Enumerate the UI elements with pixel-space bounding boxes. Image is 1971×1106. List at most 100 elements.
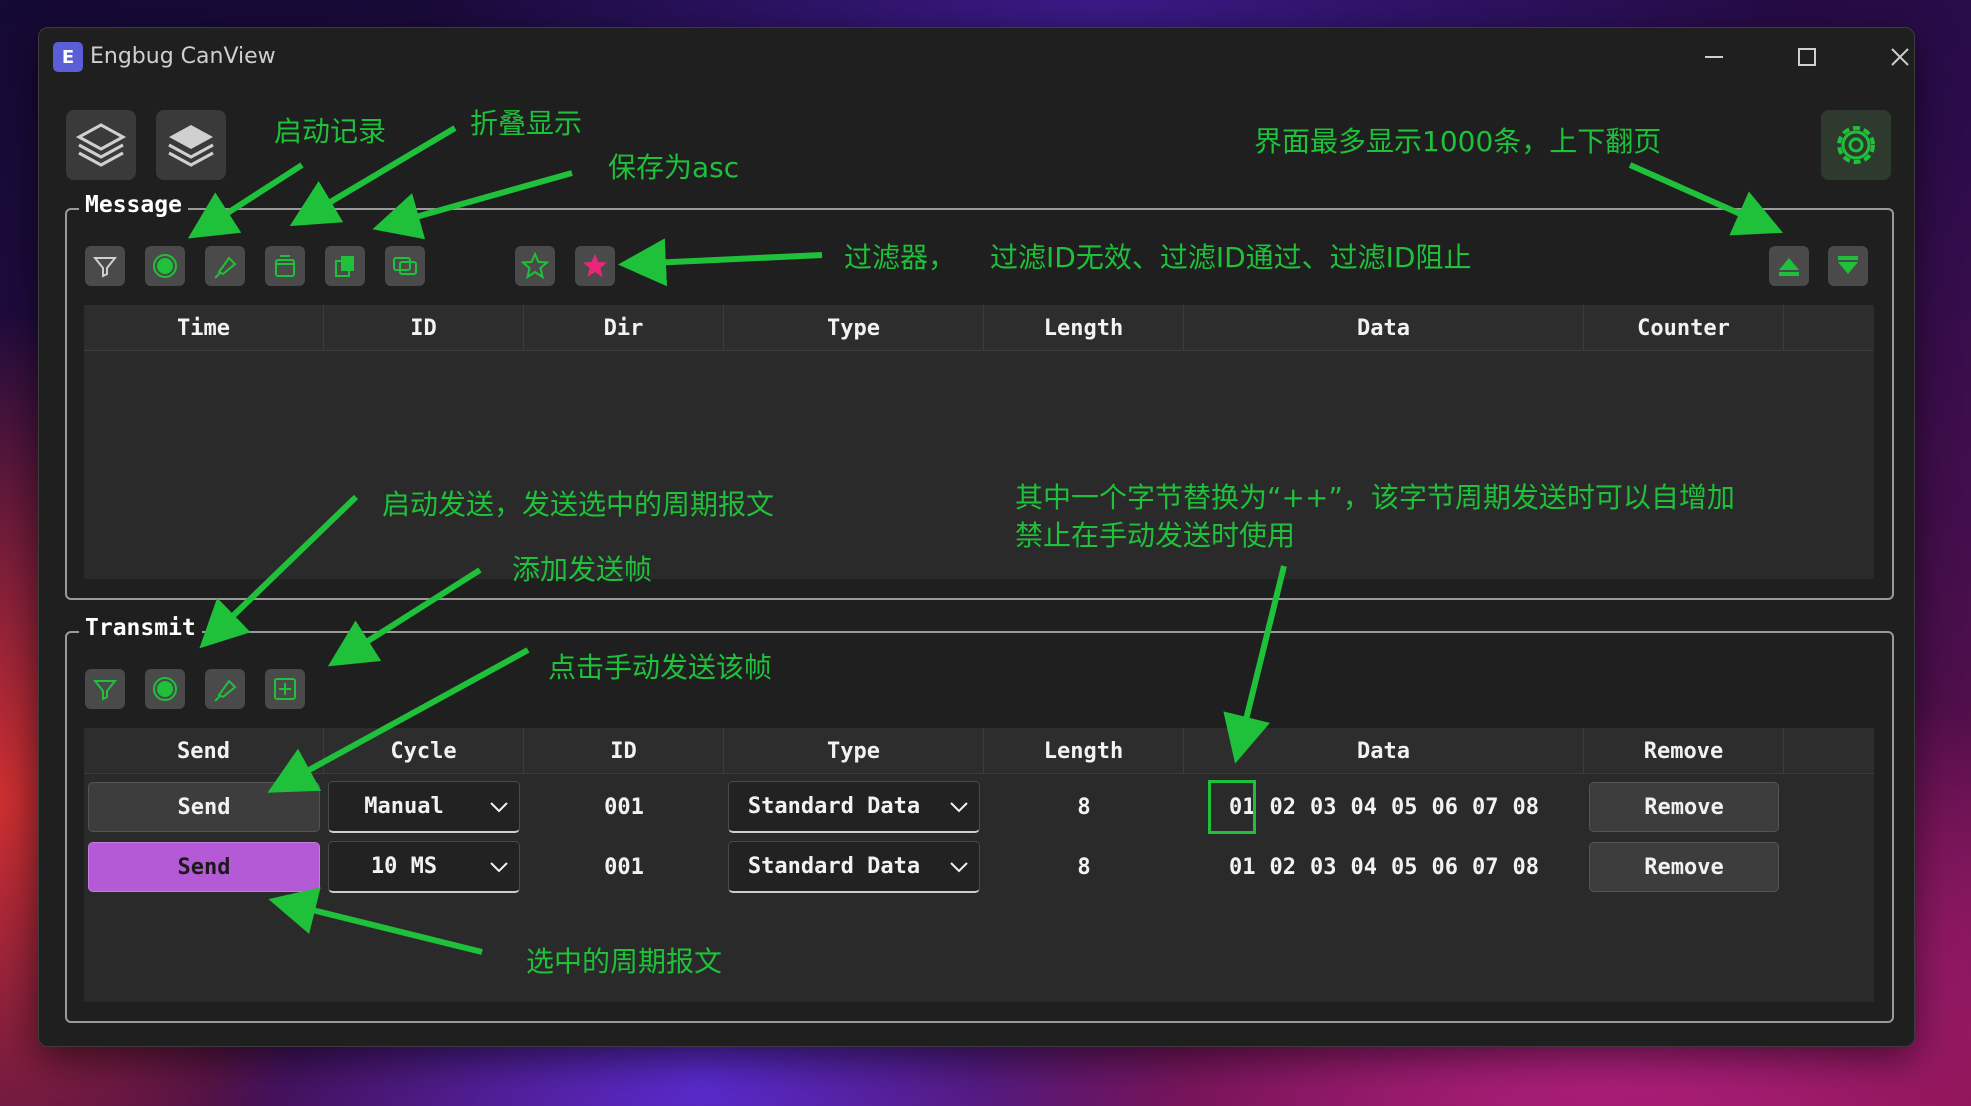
annotation-byte-increment-2: 禁止在手动发送时使用 <box>1015 519 1296 552</box>
col-time[interactable]: Time <box>84 305 324 351</box>
message-table: Time ID Dir Type Length Data Counter <box>84 305 1874 579</box>
data-byte[interactable]: 05 <box>1391 855 1418 880</box>
app-logo-icon: E <box>53 42 83 72</box>
record-icon <box>153 677 177 701</box>
chevron-down-icon <box>479 801 519 813</box>
message-group-title: Message <box>79 192 188 218</box>
cycle-value: Manual <box>364 794 444 819</box>
tx-fold-button[interactable] <box>205 669 245 709</box>
col-counter[interactable]: Counter <box>1584 305 1784 351</box>
page-down-button[interactable] <box>1828 246 1868 286</box>
data-byte[interactable]: 06 <box>1432 855 1459 880</box>
cycle-select[interactable]: Manual <box>328 781 520 833</box>
tx-filter-toggle-button[interactable] <box>85 669 125 709</box>
col-send[interactable]: Send <box>84 728 324 774</box>
annotation-selected-periodic: 选中的周期报文 <box>526 945 723 978</box>
remove-button[interactable]: Remove <box>1589 842 1779 892</box>
col-id[interactable]: ID <box>524 728 724 774</box>
frame-length: 8 <box>1077 854 1091 880</box>
col-length[interactable]: Length <box>984 305 1184 351</box>
data-byte[interactable]: 02 <box>1270 795 1297 820</box>
col-data[interactable]: Data <box>1184 305 1584 351</box>
annotation-manual-send: 点击手动发送该帧 <box>548 651 773 684</box>
layers-outline-icon <box>75 123 127 167</box>
frame-id: 001 <box>604 854 644 880</box>
app-window: E Engbug CanView Message Time ID Dir Typ… <box>38 27 1915 1047</box>
transmit-table: Send Cycle ID Type Length Data Remove Se… <box>84 728 1874 1002</box>
chevron-down-icon <box>479 861 519 873</box>
page-up-icon <box>1779 258 1799 276</box>
add-frame-button[interactable] <box>265 669 305 709</box>
layers-outline-button[interactable] <box>66 110 136 180</box>
data-byte[interactable]: 04 <box>1351 795 1378 820</box>
col-type[interactable]: Type <box>724 728 984 774</box>
start-send-button[interactable] <box>145 669 185 709</box>
annotation-start-send: 启动发送，发送选中的周期报文 <box>382 488 775 521</box>
col-cycle[interactable]: Cycle <box>324 728 524 774</box>
send-button[interactable]: Send <box>88 782 320 832</box>
type-select[interactable]: Standard Data <box>728 841 980 893</box>
data-byte[interactable]: 08 <box>1513 795 1540 820</box>
frame-length: 8 <box>1077 794 1091 820</box>
data-byte[interactable]: 06 <box>1432 795 1459 820</box>
minimize-button[interactable] <box>1679 36 1749 78</box>
transmit-table-header: Send Cycle ID Type Length Data Remove <box>84 728 1874 774</box>
data-byte[interactable]: 02 <box>1270 855 1297 880</box>
star-outline-icon <box>521 252 549 280</box>
clear-button[interactable] <box>265 246 305 286</box>
data-byte[interactable]: 05 <box>1391 795 1418 820</box>
page-down-icon <box>1838 256 1858 274</box>
data-byte[interactable]: 03 <box>1310 795 1337 820</box>
minimize-icon <box>1705 56 1723 58</box>
chat-icon <box>393 257 417 275</box>
frame-id: 001 <box>604 794 644 820</box>
annotation-filter-modes: 过滤ID无效、过滤ID通过、过滤ID阻止 <box>990 241 1472 274</box>
annotation-page-limit: 界面最多显示1000条，上下翻页 <box>1254 125 1662 158</box>
start-record-button[interactable] <box>145 246 185 286</box>
remove-button[interactable]: Remove <box>1589 782 1779 832</box>
layers-filled-button[interactable] <box>156 110 226 180</box>
star-filled-icon <box>583 254 607 277</box>
message-table-header: Time ID Dir Type Length Data Counter <box>84 305 1874 351</box>
send-button[interactable]: Send <box>88 842 320 892</box>
col-data[interactable]: Data <box>1184 728 1584 774</box>
funnel-icon <box>92 257 118 278</box>
col-dir[interactable]: Dir <box>524 305 724 351</box>
save-icon <box>335 256 354 277</box>
add-icon <box>274 678 296 700</box>
maximize-button[interactable] <box>1772 36 1842 78</box>
frame-data[interactable]: 01 02 03 04 05 06 07 08 <box>1184 841 1584 893</box>
data-byte[interactable]: 07 <box>1472 855 1499 880</box>
settings-button[interactable] <box>1821 110 1891 180</box>
annotation-save-asc: 保存为asc <box>608 151 740 184</box>
window-title: Engbug CanView <box>90 44 276 69</box>
type-select[interactable]: Standard Data <box>728 781 980 833</box>
message-view-button[interactable] <box>385 246 425 286</box>
data-byte[interactable]: 08 <box>1513 855 1540 880</box>
pin-icon <box>214 256 237 279</box>
gear-icon <box>1837 126 1875 164</box>
col-type[interactable]: Type <box>724 305 984 351</box>
data-byte[interactable]: 03 <box>1310 855 1337 880</box>
type-value: Standard Data <box>747 854 921 879</box>
filter-block-button[interactable] <box>575 246 615 286</box>
annotation-add-frame: 添加发送帧 <box>512 553 653 586</box>
chevron-down-icon <box>939 861 979 873</box>
col-length[interactable]: Length <box>984 728 1184 774</box>
page-up-button[interactable] <box>1769 246 1809 286</box>
save-asc-button[interactable] <box>325 246 365 286</box>
fold-display-button[interactable] <box>205 246 245 286</box>
chevron-down-icon <box>939 801 979 813</box>
cycle-select[interactable]: 10 MS <box>328 841 520 893</box>
msg-filter-toggle-button[interactable] <box>85 246 125 286</box>
data-byte[interactable]: 04 <box>1351 855 1378 880</box>
annotation-start-record: 启动记录 <box>274 115 387 148</box>
col-remove[interactable]: Remove <box>1584 728 1784 774</box>
filter-pass-button[interactable] <box>515 246 555 286</box>
data-byte[interactable]: 01 <box>1229 855 1256 880</box>
col-id[interactable]: ID <box>324 305 524 351</box>
data-byte[interactable]: 07 <box>1472 795 1499 820</box>
annotation-byte-increment-1: 其中一个字节替换为“++”，该字节周期发送时可以自增加 <box>1015 481 1735 514</box>
close-icon <box>1891 48 1909 66</box>
close-button[interactable] <box>1865 36 1914 78</box>
